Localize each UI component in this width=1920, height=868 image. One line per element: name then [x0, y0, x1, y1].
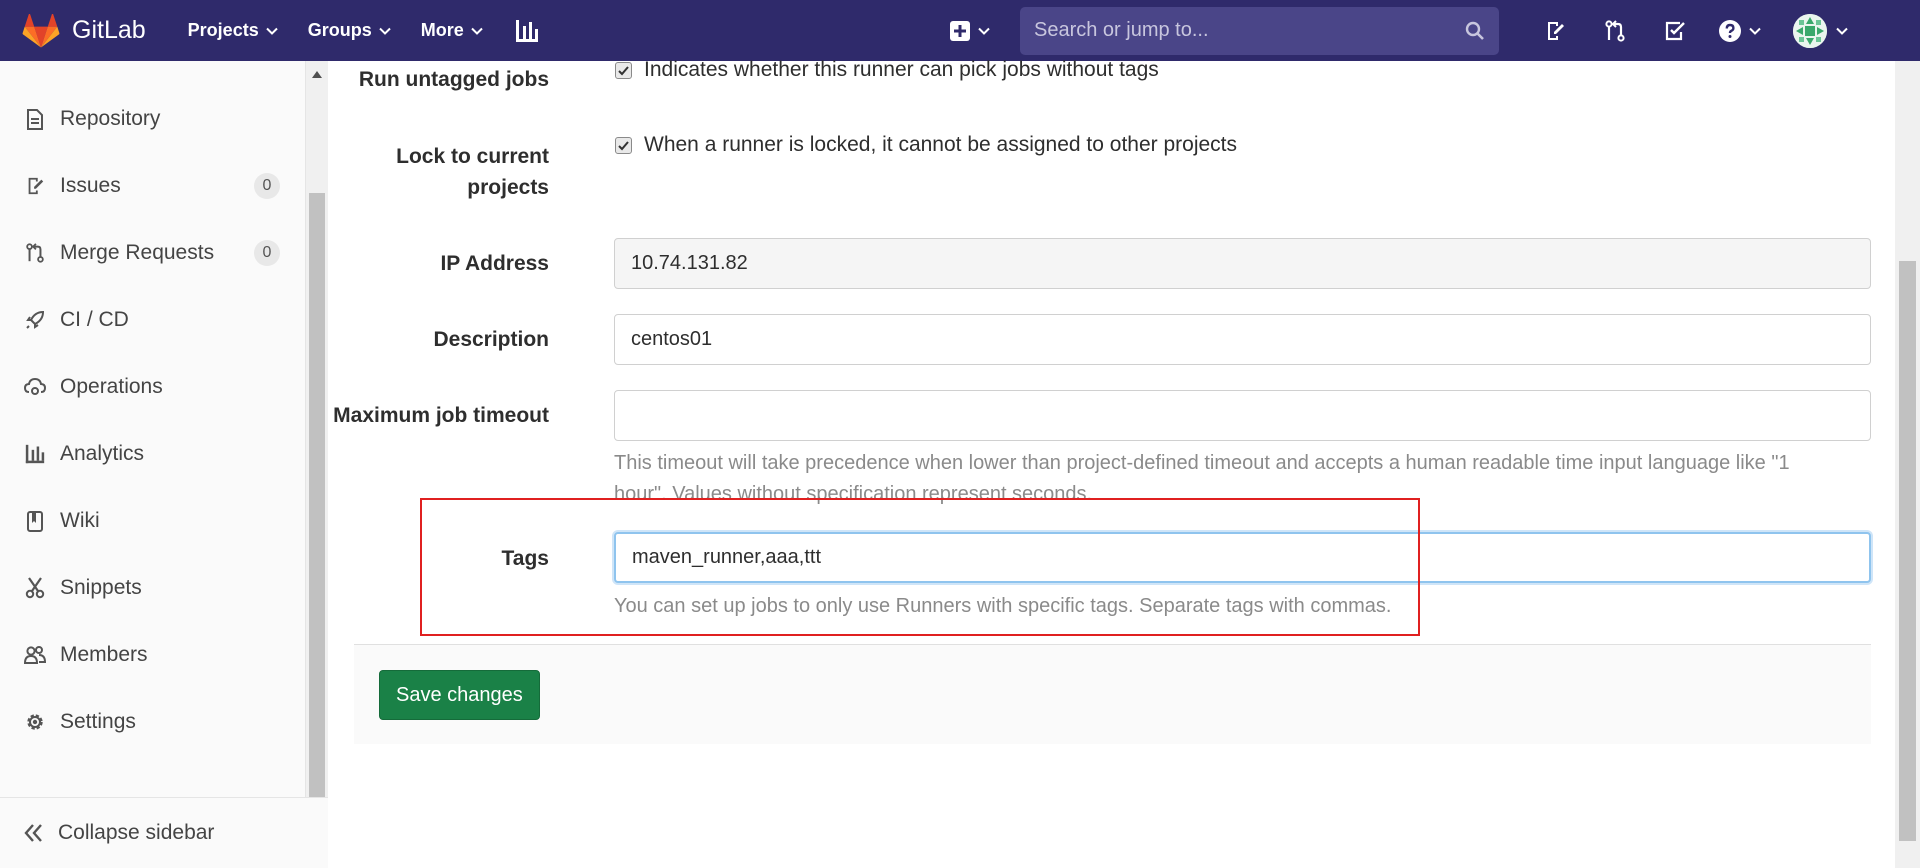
- chevron-down-icon: [266, 27, 278, 35]
- sidebar-item-operations[interactable]: Operations: [0, 362, 306, 412]
- collapse-sidebar-button[interactable]: Collapse sidebar: [0, 797, 328, 868]
- ip-address-field[interactable]: [614, 238, 1871, 289]
- sidebar-item-label: Repository: [60, 107, 161, 130]
- save-changes-button[interactable]: Save changes: [379, 670, 540, 720]
- activity-chart-button[interactable]: [515, 19, 539, 42]
- sidebar-item-merge-requests[interactable]: Merge Requests 0: [0, 228, 306, 278]
- chart-icon: [24, 443, 46, 465]
- run-untagged-text: Indicates whether this runner can pick j…: [644, 58, 1159, 81]
- sidebar-item-snippets[interactable]: Snippets: [0, 563, 306, 613]
- sidebar-item-wiki[interactable]: Wiki: [0, 496, 306, 546]
- lock-label-line1: Lock to current: [396, 145, 549, 168]
- chevron-down-icon: [471, 27, 483, 35]
- project-sidebar: Repository Issues 0 Merge Requests 0 CI …: [0, 61, 306, 868]
- search-input[interactable]: [1034, 19, 1465, 42]
- help-icon: [1719, 19, 1741, 42]
- projects-dropdown[interactable]: Projects: [188, 20, 278, 41]
- scissors-icon: [24, 577, 46, 599]
- chevron-down-icon: [1749, 27, 1761, 35]
- cloud-gear-icon: [24, 376, 46, 398]
- issues-count-badge: 0: [254, 173, 280, 199]
- rocket-icon: [24, 309, 46, 331]
- groups-dropdown[interactable]: Groups: [308, 20, 391, 41]
- ip-address-label: IP Address: [440, 252, 549, 275]
- projects-dropdown-label: Projects: [187, 20, 259, 40]
- gitlab-logo-icon: [22, 13, 60, 47]
- top-navbar: GitLab Projects Groups More: [0, 0, 1920, 61]
- run-untagged-label: Run untagged jobs: [358, 68, 549, 91]
- merge-request-icon: [24, 242, 46, 264]
- timeout-field[interactable]: [614, 390, 1871, 441]
- chevron-down-icon: [978, 27, 990, 35]
- plus-square-icon: [950, 20, 970, 41]
- lock-label-line2: projects: [467, 176, 549, 199]
- chevron-down-icon: [1836, 27, 1848, 35]
- sidebar-item-label: Snippets: [60, 576, 142, 599]
- help-dropdown[interactable]: [1705, 19, 1775, 42]
- user-menu-dropdown[interactable]: [1793, 13, 1848, 48]
- issues-icon: [1548, 21, 1564, 40]
- chevron-down-icon: [379, 27, 391, 35]
- sidebar-scrollbar[interactable]: [306, 61, 328, 868]
- merge-requests-shortcut-button[interactable]: [1585, 19, 1645, 42]
- lock-checkbox[interactable]: [615, 137, 632, 154]
- lock-label: Lock to current projects: [329, 141, 549, 203]
- gear-icon: [24, 711, 46, 733]
- sidebar-item-label: Members: [60, 643, 148, 666]
- runner-edit-form: Run untagged jobs Indicates whether this…: [329, 58, 1895, 868]
- checkmark-icon: [618, 65, 629, 75]
- lock-text: When a runner is locked, it cannot be as…: [644, 133, 1238, 156]
- sidebar-item-label: Operations: [60, 375, 163, 398]
- sidebar-item-label: Analytics: [60, 442, 145, 465]
- sidebar-item-settings[interactable]: Settings: [0, 697, 306, 747]
- search-icon: [1465, 21, 1484, 40]
- sidebar-item-issues[interactable]: Issues 0: [0, 161, 306, 211]
- sidebar-item-repository[interactable]: Repository: [0, 94, 306, 144]
- users-icon: [24, 644, 46, 666]
- run-untagged-checkbox[interactable]: [615, 62, 632, 79]
- search-box[interactable]: [1020, 6, 1499, 55]
- sidebar-scrollbar-thumb[interactable]: [309, 193, 325, 797]
- new-item-dropdown[interactable]: [950, 20, 990, 41]
- sidebar-item-label: Issues: [60, 174, 121, 197]
- sidebar-item-analytics[interactable]: Analytics: [0, 429, 306, 479]
- more-dropdown-label: More: [420, 20, 464, 40]
- groups-dropdown-label: Groups: [307, 20, 372, 40]
- todo-check-icon: [1665, 21, 1685, 40]
- brand-name: GitLab: [72, 16, 146, 44]
- annotation-highlight-box: [420, 498, 1420, 636]
- gitlab-home-link[interactable]: GitLab: [22, 0, 146, 61]
- more-dropdown[interactable]: More: [421, 20, 483, 41]
- page-scrollbar[interactable]: [1895, 61, 1920, 868]
- sidebar-item-members[interactable]: Members: [0, 630, 306, 680]
- form-actions: Save changes: [354, 644, 1871, 744]
- identicon-avatar-icon: [1793, 13, 1827, 48]
- sidebar-item-label: Merge Requests: [60, 241, 215, 264]
- double-chevron-left-icon: [24, 824, 42, 842]
- document-icon: [24, 108, 46, 130]
- sidebar-item-label: CI / CD: [60, 308, 129, 331]
- description-field[interactable]: [614, 314, 1871, 365]
- page-scrollbar-thumb[interactable]: [1899, 261, 1916, 841]
- scroll-up-arrow-icon[interactable]: [312, 71, 322, 78]
- timeout-help-line1: This timeout will take precedence when l…: [614, 452, 1790, 474]
- bar-chart-icon: [515, 19, 538, 42]
- merge-request-icon: [1605, 19, 1625, 42]
- description-label: Description: [433, 328, 549, 351]
- issues-icon: [24, 175, 46, 197]
- merge-requests-count-badge: 0: [254, 240, 280, 266]
- sidebar-item-ci-cd[interactable]: CI / CD: [0, 295, 306, 345]
- timeout-label: Maximum job timeout: [333, 404, 549, 427]
- avatar: [1793, 13, 1827, 48]
- issues-shortcut-button[interactable]: [1525, 20, 1585, 42]
- checkmark-icon: [618, 140, 629, 150]
- sidebar-item-label: Wiki: [60, 509, 100, 532]
- collapse-sidebar-label: Collapse sidebar: [58, 821, 215, 844]
- todos-shortcut-button[interactable]: [1645, 20, 1705, 42]
- sidebar-item-label: Settings: [60, 710, 136, 733]
- book-icon: [24, 510, 46, 532]
